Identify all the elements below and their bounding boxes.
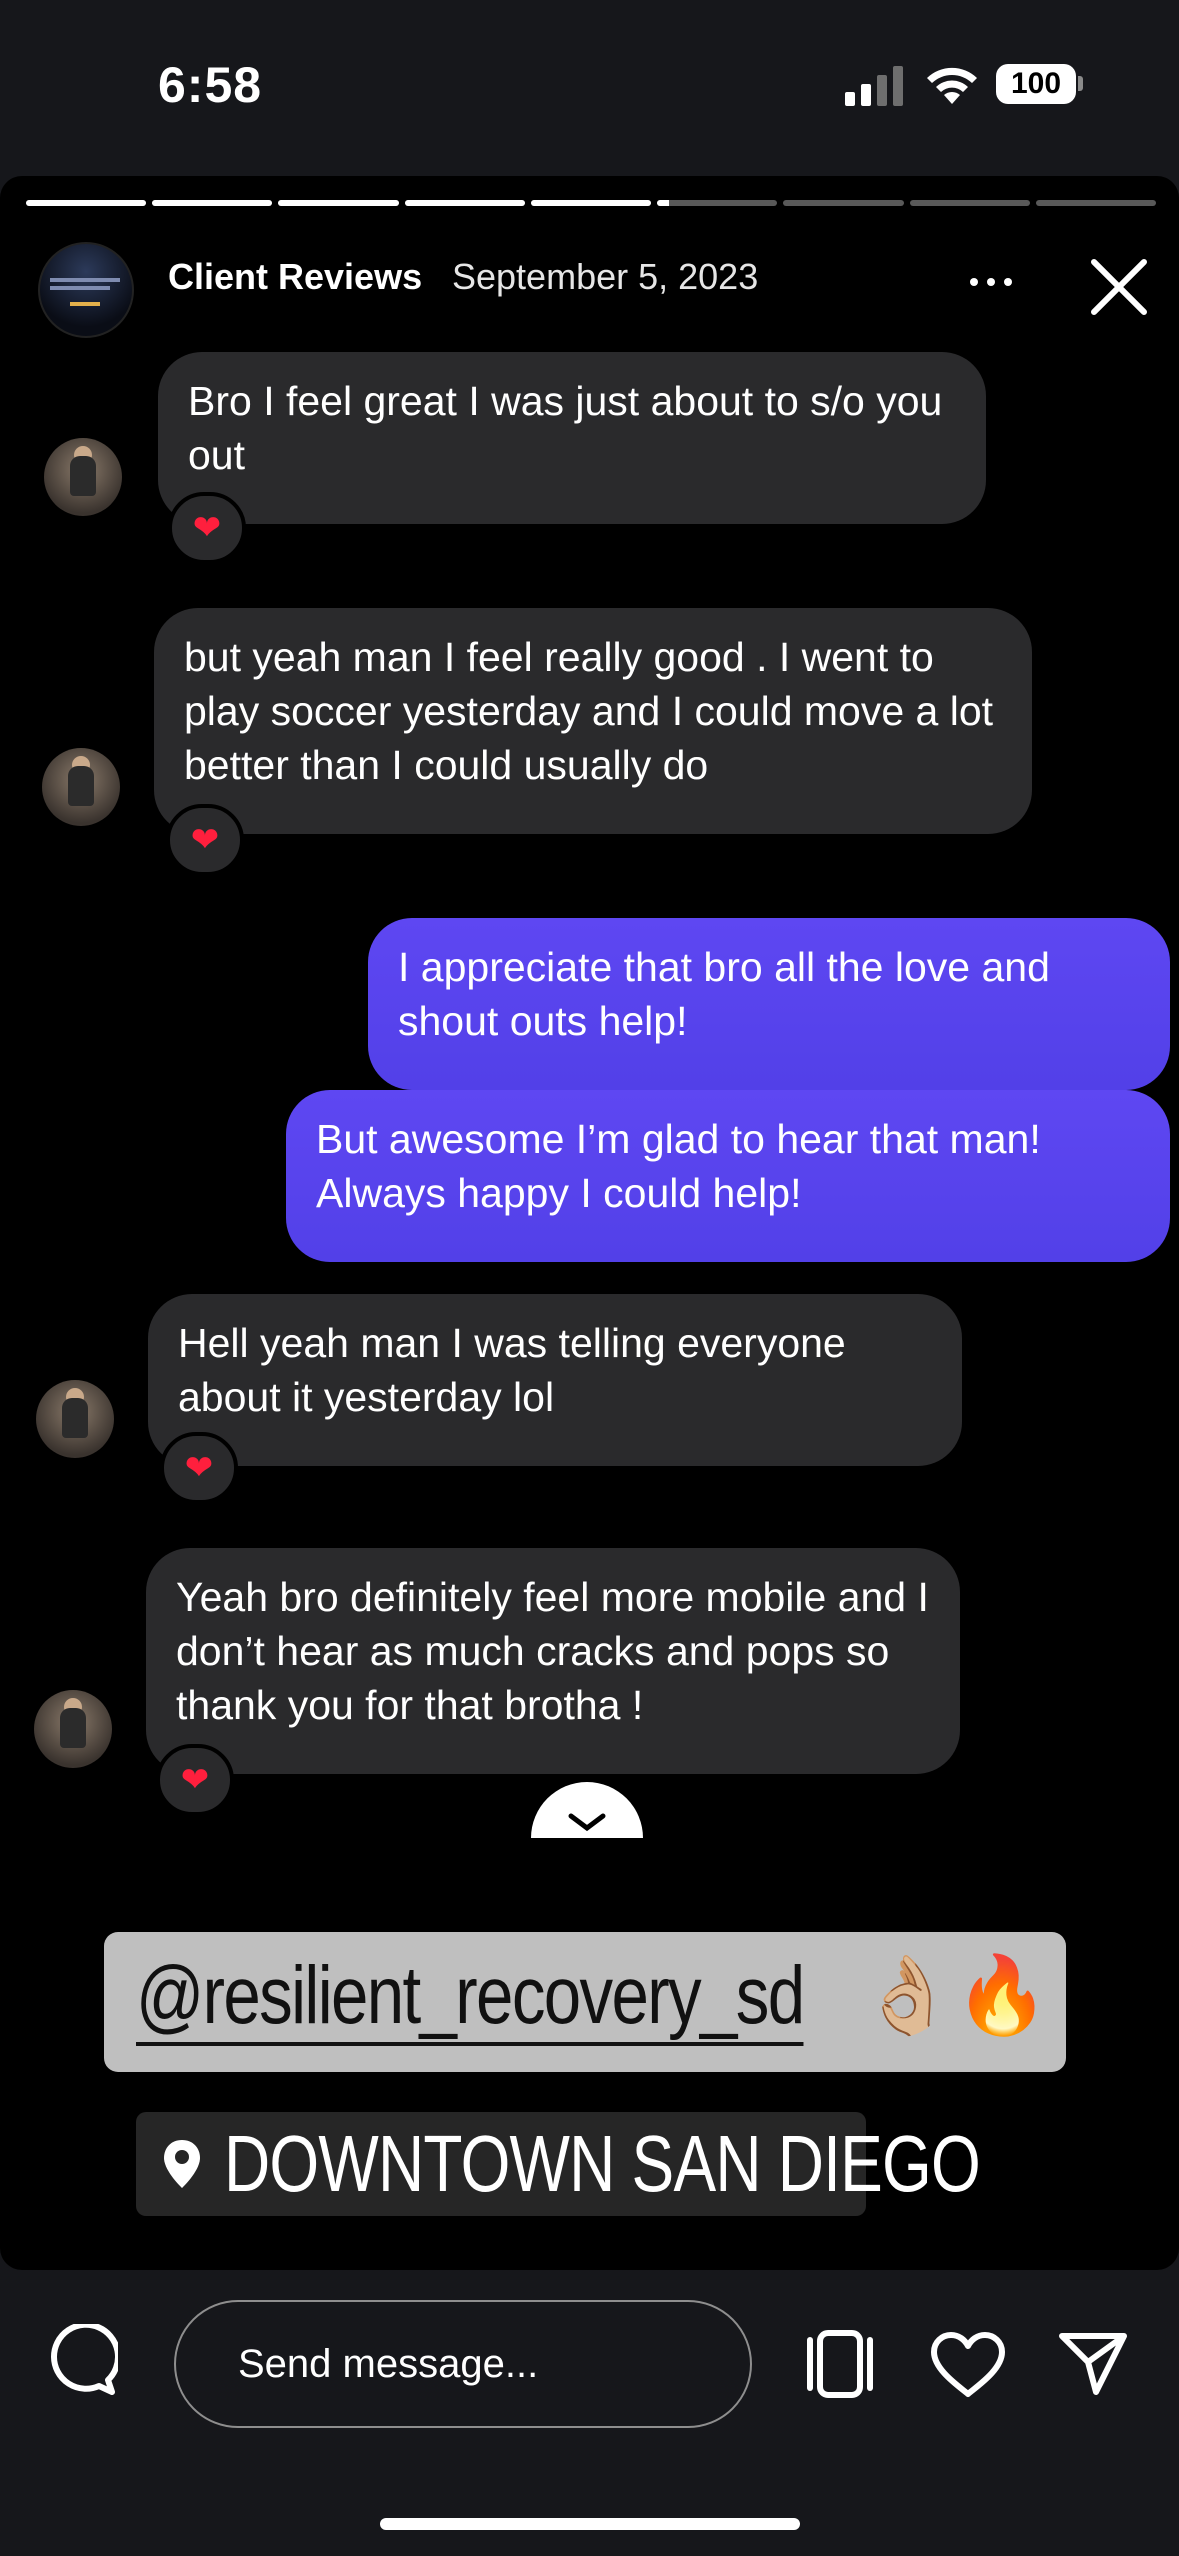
location-sticker[interactable]: DOWNTOWN SAN DIEGO [136,2112,981,2216]
send-message-placeholder: Send message... [238,2342,539,2386]
story-progress-segment [152,200,273,206]
incoming-message: but yeah man I feel really good . I went… [154,608,1032,834]
story-header: Client Reviews September 5, 2023 [0,226,1179,356]
close-icon[interactable] [1088,256,1150,318]
heart-reaction-icon[interactable]: ❤ [166,804,244,876]
sender-avatar [34,1690,112,1768]
like-heart-icon[interactable] [930,2332,1006,2398]
chevron-down-icon [568,1813,606,1832]
profile-name[interactable]: Client Reviews [168,256,422,298]
profile-avatar[interactable] [38,242,134,338]
status-time: 6:58 [158,57,263,113]
status-bar: 6:58 100 [0,0,1179,170]
send-direct-icon[interactable] [1058,2330,1128,2396]
heart-reaction-icon[interactable]: ❤ [160,1432,238,1504]
story-progress-segment [909,200,1030,206]
send-message-input[interactable]: Send message... [174,2300,752,2428]
battery-icon: 100 [996,64,1076,104]
incoming-message: Bro I feel great I was just about to s/o… [158,352,986,524]
post-date: September 5, 2023 [452,256,759,297]
sender-avatar [44,438,122,516]
battery-tip [1078,76,1083,91]
story-progress-segment [530,200,652,206]
cellular-signal-icon [845,66,903,106]
sender-avatar [42,748,120,826]
story-progress-segment [278,200,399,206]
sender-avatar [36,1380,114,1458]
story-progress-segment [404,200,525,206]
home-indicator [380,2518,800,2530]
heart-reaction-icon[interactable]: ❤ [168,492,246,564]
mention-sticker[interactable]: @resilient_recovery_sd 👌🏼🔥 [104,1932,1066,2072]
comment-icon[interactable] [46,2324,118,2396]
location-label: DOWNTOWN SAN DIEGO [224,2119,981,2208]
scroll-down-button [531,1782,643,1838]
wifi-icon [927,67,977,104]
incoming-message: Hell yeah man I was telling everyone abo… [148,1294,962,1466]
more-options-icon[interactable] [970,270,1030,294]
location-pin-icon [164,2140,200,2188]
heart-reaction-icon[interactable]: ❤ [156,1744,234,1816]
stacked-cards-icon[interactable] [800,2330,880,2398]
outgoing-message: But awesome I’m glad to hear that man! A… [286,1090,1170,1262]
story-progress-segment [1035,200,1156,206]
reply-bar: Send message... [0,2270,1179,2556]
story-progress-segment [26,200,147,206]
ok-fire-emoji: 👌🏼🔥 [860,1953,1050,2038]
story-progress-segment [783,200,904,206]
story-progress-bar [26,200,1156,206]
outgoing-message: I appreciate that bro all the love and s… [368,918,1170,1090]
story-viewer[interactable]: Client Reviews September 5, 2023 Bro I f… [0,176,1179,2270]
incoming-message: Yeah bro definitely feel more mobile and… [146,1548,960,1774]
story-progress-segment [657,200,778,206]
mention-username[interactable]: @resilient_recovery_sd [136,1950,805,2046]
